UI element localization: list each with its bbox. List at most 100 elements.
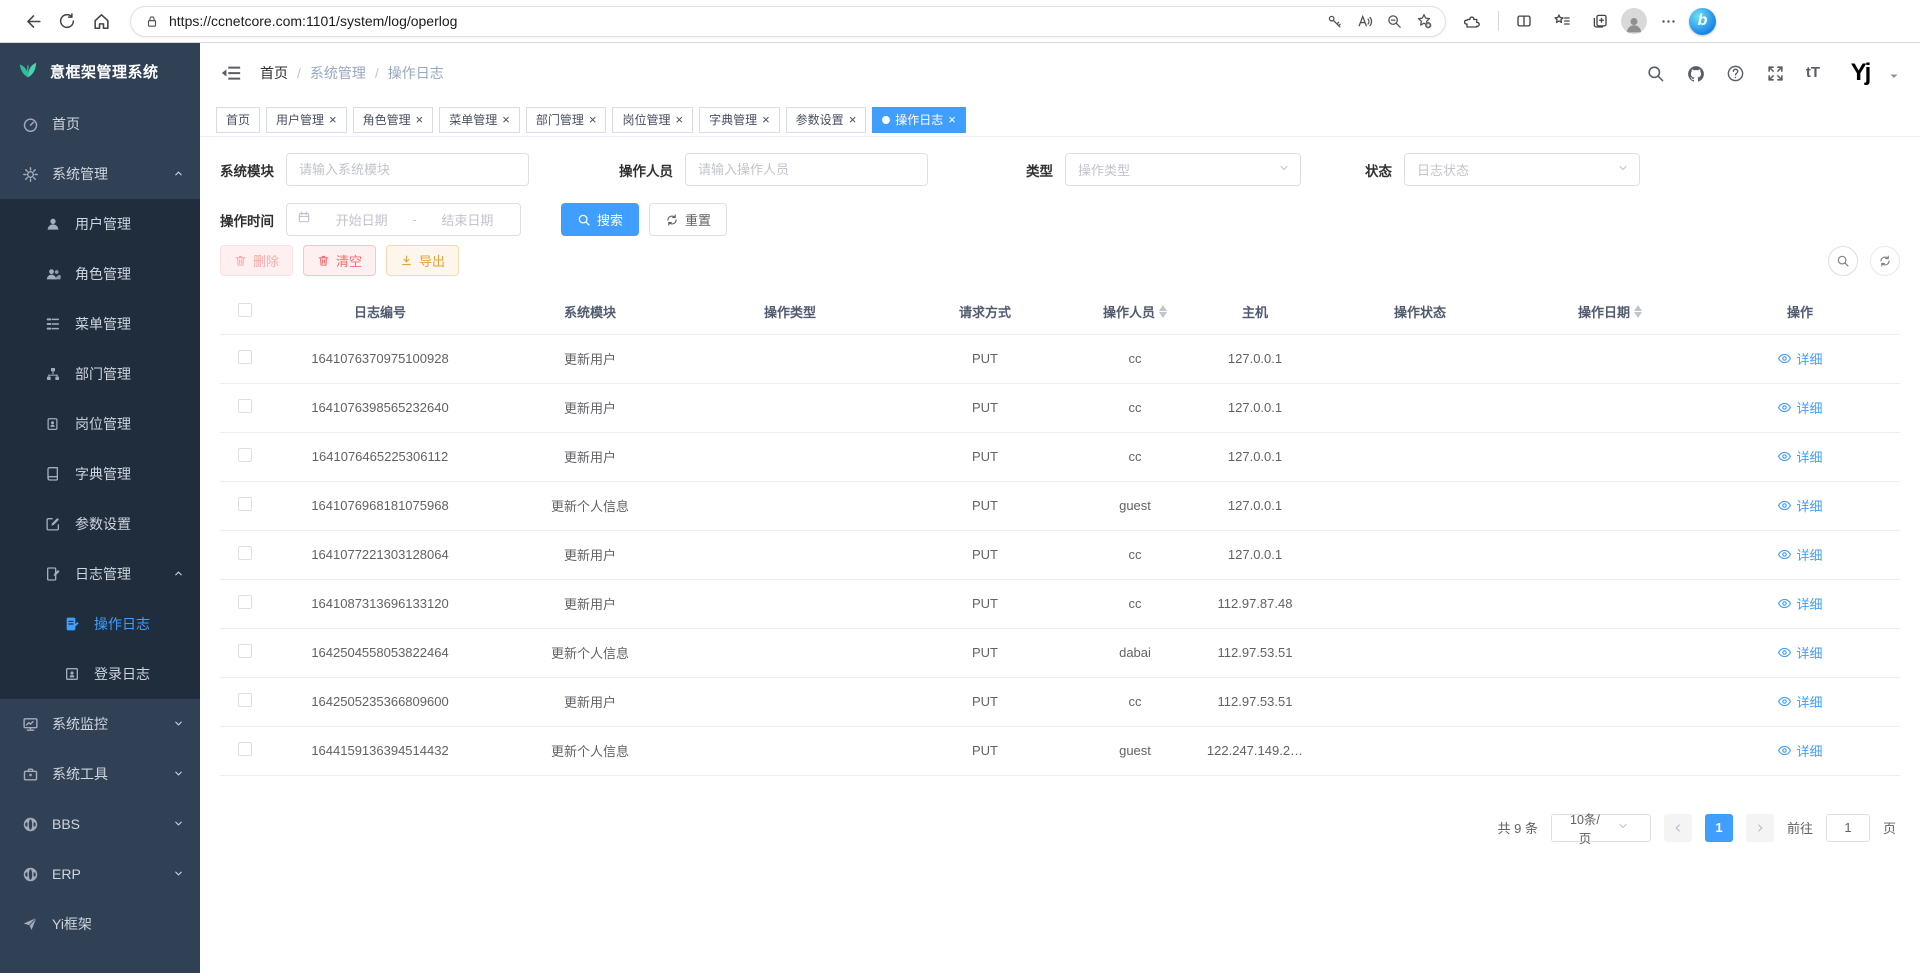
password-key-icon[interactable]	[1319, 8, 1349, 34]
extensions-icon[interactable]	[1456, 4, 1490, 38]
tab-menu-mgmt[interactable]: 菜单管理×	[439, 107, 520, 133]
fullscreen-icon[interactable]	[1766, 64, 1785, 83]
bing-chat-icon[interactable]: b	[1689, 8, 1716, 35]
detail-link[interactable]: 详细	[1777, 545, 1822, 564]
github-icon[interactable]	[1686, 64, 1705, 83]
detail-link[interactable]: 详细	[1777, 692, 1822, 711]
sidebar-item-yi-framework[interactable]: Yi框架	[0, 899, 200, 949]
goto-page-input[interactable]	[1826, 814, 1870, 842]
tab-home[interactable]: 首页	[216, 107, 260, 133]
type-select[interactable]: 操作类型	[1065, 153, 1301, 186]
sidebar-item-dept-mgmt[interactable]: 部门管理	[0, 349, 200, 399]
row-checkbox[interactable]	[238, 350, 252, 364]
sidebar-item-bbs[interactable]: BBS	[0, 799, 200, 849]
sidebar-item-user-mgmt[interactable]: 用户管理	[0, 199, 200, 249]
sidebar-item-login-log[interactable]: 登录日志	[0, 649, 200, 699]
browser-profile-avatar[interactable]	[1621, 8, 1647, 34]
sidebar-item-log-mgmt[interactable]: 日志管理	[0, 549, 200, 599]
toggle-search-icon[interactable]	[1828, 246, 1858, 276]
row-checkbox[interactable]	[238, 448, 252, 462]
tab-close-icon[interactable]: ×	[849, 113, 857, 126]
sort-operator[interactable]: 操作人员	[1103, 302, 1167, 321]
module-input[interactable]	[286, 153, 529, 186]
clear-button[interactable]: 清空	[303, 245, 376, 276]
browser-home-icon[interactable]	[84, 4, 118, 38]
avatar-caret-icon[interactable]	[1888, 69, 1900, 87]
sidebar-item-post-mgmt[interactable]: 岗位管理	[0, 399, 200, 449]
collections-icon[interactable]	[1583, 4, 1617, 38]
date-range-picker[interactable]: 开始日期 - 结束日期	[286, 203, 521, 236]
prev-page-button[interactable]	[1664, 814, 1692, 842]
split-screen-icon[interactable]	[1507, 4, 1541, 38]
next-page-button[interactable]	[1746, 814, 1774, 842]
refresh-table-icon[interactable]	[1870, 246, 1900, 276]
browser-more-icon[interactable]	[1651, 4, 1685, 38]
row-checkbox[interactable]	[238, 693, 252, 707]
help-icon[interactable]	[1726, 64, 1745, 83]
detail-link[interactable]: 详细	[1777, 496, 1822, 515]
export-button[interactable]: 导出	[386, 245, 459, 276]
address-bar[interactable]: https://ccnetcore.com:1101/system/log/op…	[130, 6, 1446, 37]
search-button[interactable]: 搜索	[561, 203, 639, 236]
detail-link[interactable]: 详细	[1777, 447, 1822, 466]
detail-link[interactable]: 详细	[1777, 741, 1822, 760]
tab-close-icon[interactable]: ×	[948, 113, 956, 126]
tab-user-mgmt[interactable]: 用户管理×	[266, 107, 347, 133]
sidebar-item-home[interactable]: 首页	[0, 99, 200, 149]
page-size-select[interactable]: 10条/页	[1551, 814, 1651, 842]
header-search-icon[interactable]	[1646, 64, 1665, 83]
row-checkbox[interactable]	[238, 742, 252, 756]
tab-dict-mgmt[interactable]: 字典管理×	[699, 107, 780, 133]
tab-post-mgmt[interactable]: 岗位管理×	[612, 107, 693, 133]
row-checkbox[interactable]	[238, 595, 252, 609]
sort-date[interactable]: 操作日期	[1578, 302, 1642, 321]
tab-oper-log[interactable]: 操作日志×	[872, 107, 966, 133]
detail-link[interactable]: 详细	[1777, 594, 1822, 613]
status-select[interactable]: 日志状态	[1404, 153, 1640, 186]
row-checkbox[interactable]	[238, 497, 252, 511]
tab-close-icon[interactable]: ×	[589, 113, 597, 126]
row-checkbox[interactable]	[238, 644, 252, 658]
row-checkbox[interactable]	[238, 546, 252, 560]
sidebar-item-erp[interactable]: ERP	[0, 849, 200, 899]
sidebar-item-oper-log[interactable]: 操作日志	[0, 599, 200, 649]
sidebar-item-system-mgmt[interactable]: 系统管理	[0, 149, 200, 199]
chevron-down-icon	[173, 766, 184, 782]
row-checkbox[interactable]	[238, 399, 252, 413]
operator-input[interactable]	[685, 153, 928, 186]
font-size-icon[interactable]: tT	[1806, 64, 1820, 83]
tab-close-icon[interactable]: ×	[762, 113, 770, 126]
tab-close-icon[interactable]: ×	[416, 113, 424, 126]
tab-close-icon[interactable]: ×	[329, 113, 337, 126]
sidebar-item-dict-mgmt[interactable]: 字典管理	[0, 449, 200, 499]
zoom-out-icon[interactable]	[1379, 8, 1409, 34]
read-aloud-icon[interactable]	[1349, 8, 1379, 34]
sidebar-item-param-settings[interactable]: 参数设置	[0, 499, 200, 549]
favorites-bar-icon[interactable]	[1545, 4, 1579, 38]
browser-back-icon[interactable]	[16, 4, 50, 38]
user-avatar[interactable]: Yj	[1841, 54, 1879, 92]
detail-link[interactable]: 详细	[1777, 349, 1822, 368]
select-all-checkbox[interactable]	[238, 303, 252, 317]
sidebar-item-system-monitor[interactable]: 系统监控	[0, 699, 200, 749]
sidebar-item-role-mgmt[interactable]: 角色管理	[0, 249, 200, 299]
tab-param-settings[interactable]: 参数设置×	[786, 107, 867, 133]
sidebar-fold-icon[interactable]	[220, 62, 242, 84]
delete-button[interactable]: 删除	[220, 245, 293, 276]
tab-close-icon[interactable]: ×	[675, 113, 683, 126]
detail-link[interactable]: 详细	[1777, 398, 1822, 417]
favorites-add-icon[interactable]	[1409, 8, 1439, 34]
page-number-1[interactable]: 1	[1705, 814, 1733, 842]
url-text[interactable]: https://ccnetcore.com:1101/system/log/op…	[169, 13, 1319, 29]
breadcrumb-home[interactable]: 首页	[260, 63, 288, 83]
lock-icon[interactable]	[145, 14, 159, 29]
reset-button[interactable]: 重置	[649, 203, 727, 236]
tab-close-icon[interactable]: ×	[502, 113, 510, 126]
app-logo[interactable]: 意框架管理系统	[0, 43, 200, 99]
tab-dept-mgmt[interactable]: 部门管理×	[526, 107, 607, 133]
tab-role-mgmt[interactable]: 角色管理×	[353, 107, 434, 133]
sidebar-item-system-tools[interactable]: 系统工具	[0, 749, 200, 799]
browser-reload-icon[interactable]	[50, 4, 84, 38]
sidebar-item-menu-mgmt[interactable]: 菜单管理	[0, 299, 200, 349]
detail-link[interactable]: 详细	[1777, 643, 1822, 662]
